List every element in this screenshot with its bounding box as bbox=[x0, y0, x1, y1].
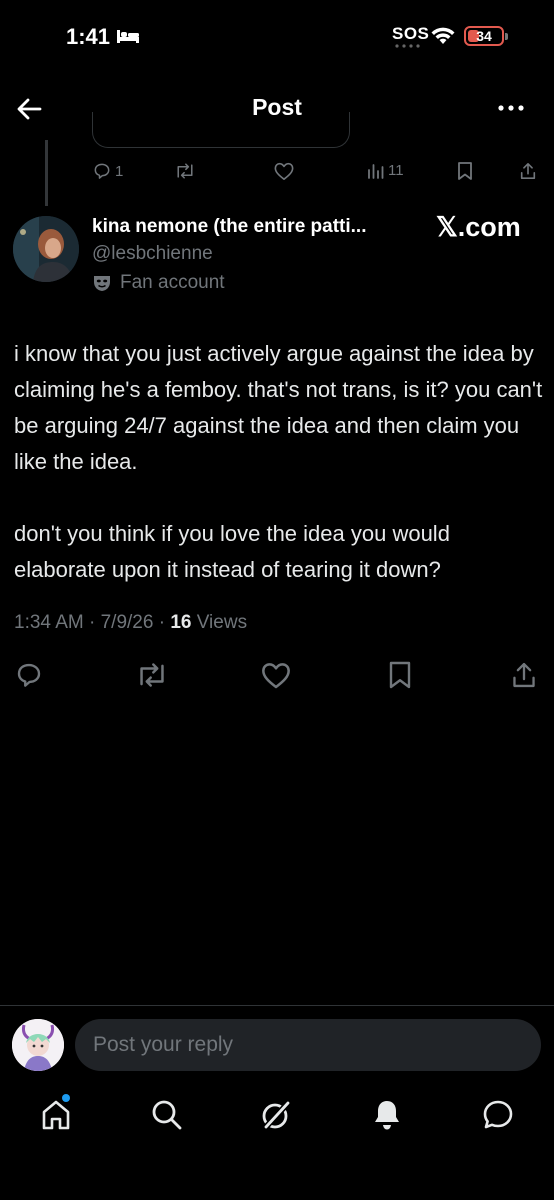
home-icon bbox=[40, 1098, 72, 1132]
post-paragraph: i know that you just actively argue agai… bbox=[14, 341, 543, 474]
reply-icon bbox=[14, 660, 44, 690]
author-avatar[interactable] bbox=[13, 216, 79, 282]
notifications-icon bbox=[371, 1098, 403, 1132]
post-text: i know that you just actively argue agai… bbox=[14, 336, 544, 624]
prev-repost-button[interactable] bbox=[174, 161, 196, 181]
views-label: Views bbox=[191, 612, 248, 633]
back-arrow-icon[interactable] bbox=[14, 94, 44, 124]
prev-reply-button[interactable]: 1 bbox=[92, 161, 123, 181]
nav-grok[interactable] bbox=[259, 1098, 293, 1132]
prev-bookmark-button[interactable] bbox=[457, 161, 473, 181]
repost-icon bbox=[135, 660, 169, 690]
post-paragraph: don't you think if you love the idea you… bbox=[14, 521, 450, 582]
signal-dots-icon bbox=[395, 44, 423, 48]
prev-like-button[interactable] bbox=[273, 161, 295, 181]
post-meta: 1:34 AM · 7/9/26 · 16 Views bbox=[14, 612, 247, 634]
source-label: 𝕏.com bbox=[436, 212, 521, 242]
bookmark-icon bbox=[387, 660, 413, 690]
messages-icon bbox=[481, 1098, 515, 1132]
share-button[interactable] bbox=[510, 660, 538, 690]
reply-placeholder: Post your reply bbox=[93, 1033, 234, 1056]
author-name[interactable]: kina nemone (the entire patti... bbox=[92, 216, 367, 238]
repost-icon bbox=[174, 161, 196, 181]
bookmark-icon bbox=[457, 161, 473, 181]
reply-icon bbox=[92, 161, 112, 181]
nav-home[interactable] bbox=[40, 1098, 72, 1132]
prev-reply-count: 1 bbox=[115, 162, 124, 180]
nav-notifications[interactable] bbox=[371, 1098, 403, 1132]
grok-icon bbox=[259, 1098, 293, 1132]
reply-input[interactable]: Post your reply bbox=[75, 1019, 541, 1071]
more-icon[interactable] bbox=[496, 98, 526, 118]
author-handle[interactable]: @lesbchienne bbox=[92, 243, 213, 265]
views-icon bbox=[367, 161, 385, 179]
like-icon bbox=[273, 161, 295, 181]
fan-mask-icon bbox=[92, 273, 112, 293]
nav-search[interactable] bbox=[150, 1098, 184, 1132]
like-button[interactable] bbox=[260, 660, 292, 690]
user-avatar[interactable] bbox=[12, 1019, 64, 1071]
prev-views[interactable]: 11 bbox=[367, 161, 404, 179]
bookmark-button[interactable] bbox=[387, 660, 413, 690]
reply-button[interactable] bbox=[14, 660, 44, 690]
bed-icon bbox=[116, 28, 140, 44]
share-icon bbox=[510, 660, 538, 690]
thread-line bbox=[45, 140, 48, 206]
post-timestamp: 1:34 AM · 7/9/26 · bbox=[14, 612, 171, 633]
notification-dot bbox=[62, 1094, 70, 1102]
share-icon bbox=[519, 161, 537, 181]
like-icon bbox=[260, 660, 292, 690]
battery-icon: 34 bbox=[464, 26, 504, 46]
wifi-icon bbox=[430, 26, 456, 46]
status-time: 1:41 bbox=[66, 24, 111, 49]
search-icon bbox=[150, 1098, 184, 1132]
reply-divider bbox=[0, 1005, 554, 1006]
nav-messages[interactable] bbox=[481, 1098, 515, 1132]
quoted-card-remnant bbox=[92, 112, 350, 148]
sos-indicator: SOS bbox=[392, 24, 430, 43]
battery-level: 34 bbox=[476, 28, 492, 44]
prev-views-count: 11 bbox=[388, 161, 404, 179]
prev-share-button[interactable] bbox=[519, 161, 537, 181]
account-label: Fan account bbox=[120, 272, 225, 293]
views-count[interactable]: 16 bbox=[170, 612, 191, 633]
repost-button[interactable] bbox=[135, 660, 169, 690]
battery-tip bbox=[505, 33, 508, 40]
